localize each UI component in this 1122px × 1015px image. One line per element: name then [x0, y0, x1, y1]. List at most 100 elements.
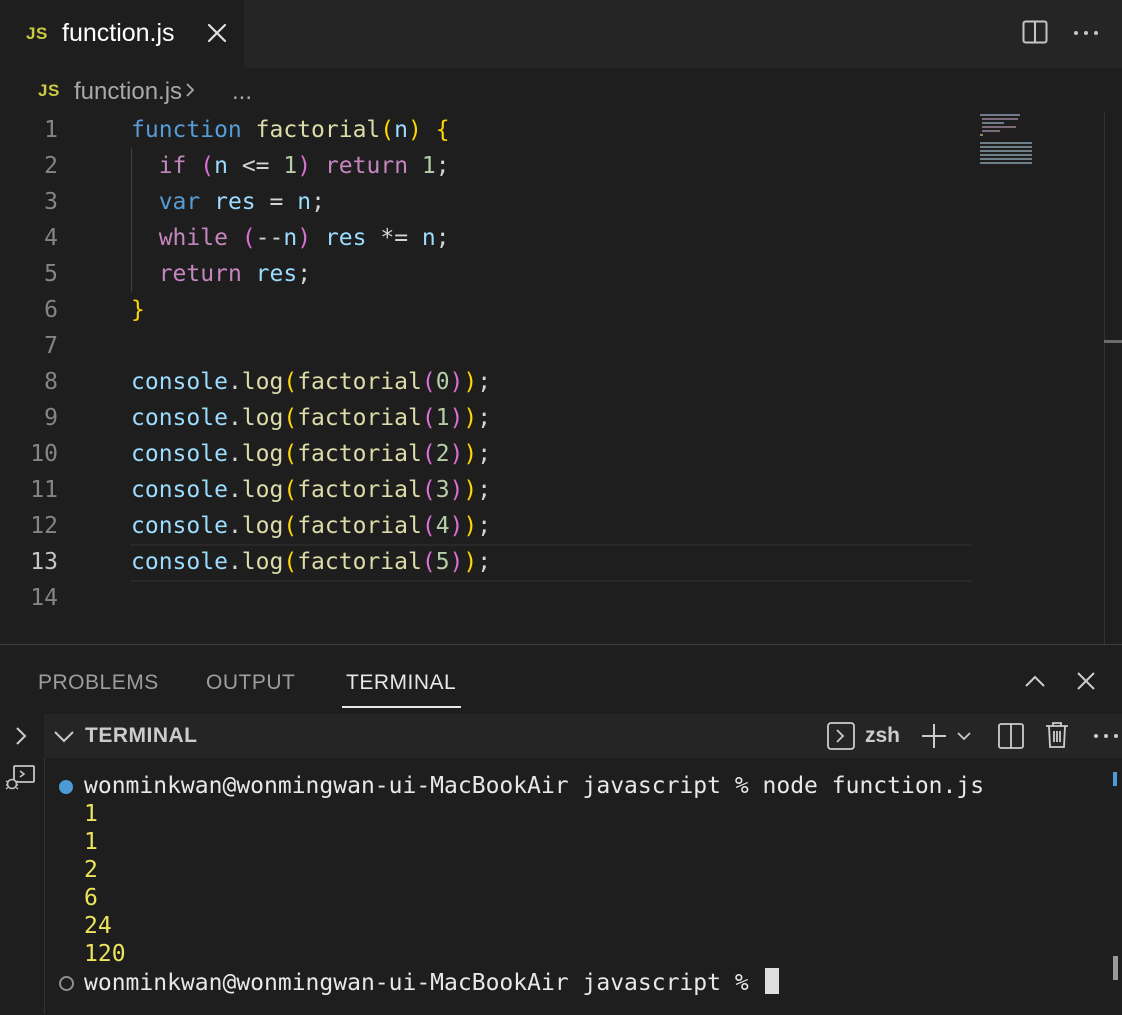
close-icon[interactable]	[204, 20, 230, 46]
code-token: <=	[227, 153, 284, 179]
code-token: (	[421, 405, 436, 431]
tab-terminal[interactable]: TERMINAL	[346, 671, 456, 695]
code-line[interactable]: 10 console.log(factorial(2));	[0, 436, 1104, 472]
code-line[interactable]: 5 return res;	[0, 256, 1104, 292]
active-tab-indicator	[342, 706, 461, 708]
editor-tab-function-js[interactable]: JS function.js	[0, 0, 244, 68]
breadcrumb-symbols[interactable]: ...	[232, 78, 252, 106]
code-token: console	[131, 369, 228, 395]
command-success-decoration[interactable]	[59, 780, 73, 794]
code-token: }	[131, 297, 145, 323]
code-token: log	[241, 477, 284, 503]
code-line[interactable]: 8 console.log(factorial(0));	[0, 364, 1104, 400]
js-file-icon: JS	[38, 81, 60, 100]
code-token: res	[255, 261, 298, 287]
launch-profile-icon[interactable]	[826, 721, 856, 751]
code-line[interactable]: 4 while (--n) res *= n;	[0, 220, 1104, 256]
code-line[interactable]: 14	[0, 580, 1104, 616]
code-line[interactable]: 11 console.log(factorial(3));	[0, 472, 1104, 508]
code-text: console.log(factorial(4));	[131, 508, 491, 544]
code-token: ;	[477, 477, 492, 503]
terminal-output-line: 6	[84, 885, 98, 911]
code-token: factorial	[297, 549, 422, 575]
code-token: (	[283, 369, 298, 395]
code-line[interactable]: 13 console.log(factorial(5));	[0, 544, 1104, 580]
tab-output[interactable]: OUTPUT	[206, 671, 295, 695]
code-token: factorial	[297, 513, 422, 539]
tab-problems[interactable]: PROBLEMS	[38, 671, 159, 695]
code-token: .	[227, 441, 242, 467]
terminal-output[interactable]: wonminkwan@wonmingwan-ui-MacBookAir java…	[44, 758, 1112, 1014]
code-token: (	[380, 117, 395, 143]
maximize-panel-icon[interactable]	[1022, 669, 1048, 695]
line-number: 5	[44, 261, 58, 287]
add-terminal-icon[interactable]	[920, 722, 948, 750]
code-token: ;	[435, 225, 450, 251]
code-token: )	[407, 117, 422, 143]
terminal-output-line: 1	[84, 801, 98, 827]
code-line[interactable]: 12 console.log(factorial(4));	[0, 508, 1104, 544]
split-editor-icon[interactable]	[1021, 18, 1049, 46]
line-number: 6	[44, 297, 58, 323]
code-token: 3	[435, 477, 450, 503]
code-token: var	[158, 189, 201, 215]
code-token: console	[131, 405, 228, 431]
editor-scroll-cursor-marker	[1104, 340, 1122, 343]
code-line[interactable]: 2 if (n <= 1) return 1;	[0, 148, 1104, 184]
terminal-output-line: 24	[84, 913, 112, 939]
editor-scrollbar[interactable]	[1104, 112, 1122, 644]
line-number: 3	[44, 189, 58, 215]
close-panel-icon[interactable]	[1074, 669, 1098, 693]
code-token: .	[227, 477, 242, 503]
shell-name[interactable]: zsh	[865, 724, 900, 748]
code-token: (	[283, 477, 298, 503]
line-number: 1	[44, 117, 58, 143]
code-token: log	[241, 405, 284, 431]
code-line[interactable]: 6}	[0, 292, 1104, 328]
code-token: )	[463, 369, 478, 395]
code-token: return	[158, 261, 242, 287]
line-number: 2	[44, 153, 58, 179]
code-text: var res = n;	[131, 184, 325, 220]
breadcrumb-file[interactable]: function.js	[74, 78, 182, 106]
line-number: 12	[30, 513, 58, 539]
collapse-chevron-icon[interactable]	[52, 724, 76, 748]
dropdown-chevron-icon[interactable]	[955, 727, 973, 745]
code-token: --	[255, 225, 284, 251]
code-token: 4	[435, 513, 450, 539]
code-line[interactable]: 9 console.log(factorial(1));	[0, 400, 1104, 436]
code-line[interactable]: 1 function factorial(n) {	[0, 112, 1104, 148]
code-token: ;	[477, 369, 492, 395]
expand-icon[interactable]	[10, 724, 32, 748]
code-editor[interactable]: 1 function factorial(n) {2 if (n <= 1) re…	[0, 112, 1104, 644]
code-text: console.log(factorial(3));	[131, 472, 491, 508]
code-token: .	[227, 405, 242, 431]
code-token: factorial	[297, 405, 422, 431]
more-actions-icon[interactable]	[1071, 18, 1101, 46]
code-line[interactable]: 7	[0, 328, 1104, 364]
trash-icon[interactable]	[1044, 720, 1070, 750]
terminal-output-line: 1	[84, 829, 98, 855]
split-terminal-icon[interactable]	[996, 721, 1026, 751]
code-token: console	[131, 513, 228, 539]
editor-tab-bar: JS function.js	[0, 0, 1122, 68]
code-text: console.log(factorial(2));	[131, 436, 491, 472]
minimap[interactable]	[978, 112, 1038, 172]
terminal-command-line: wonminkwan@wonmingwan-ui-MacBookAir java…	[84, 773, 985, 799]
code-line[interactable]: 3 var res = n;	[0, 184, 1104, 220]
terminal-scrollbar-thumb[interactable]	[1113, 956, 1118, 980]
code-token: n	[214, 153, 228, 179]
terminal-section-title[interactable]: TERMINAL	[85, 724, 198, 748]
terminal-side-strip	[0, 714, 45, 1014]
command-pending-decoration[interactable]	[59, 976, 74, 991]
code-token: )	[463, 441, 478, 467]
more-actions-icon[interactable]	[1092, 722, 1120, 750]
debug-console-icon[interactable]	[4, 764, 36, 794]
